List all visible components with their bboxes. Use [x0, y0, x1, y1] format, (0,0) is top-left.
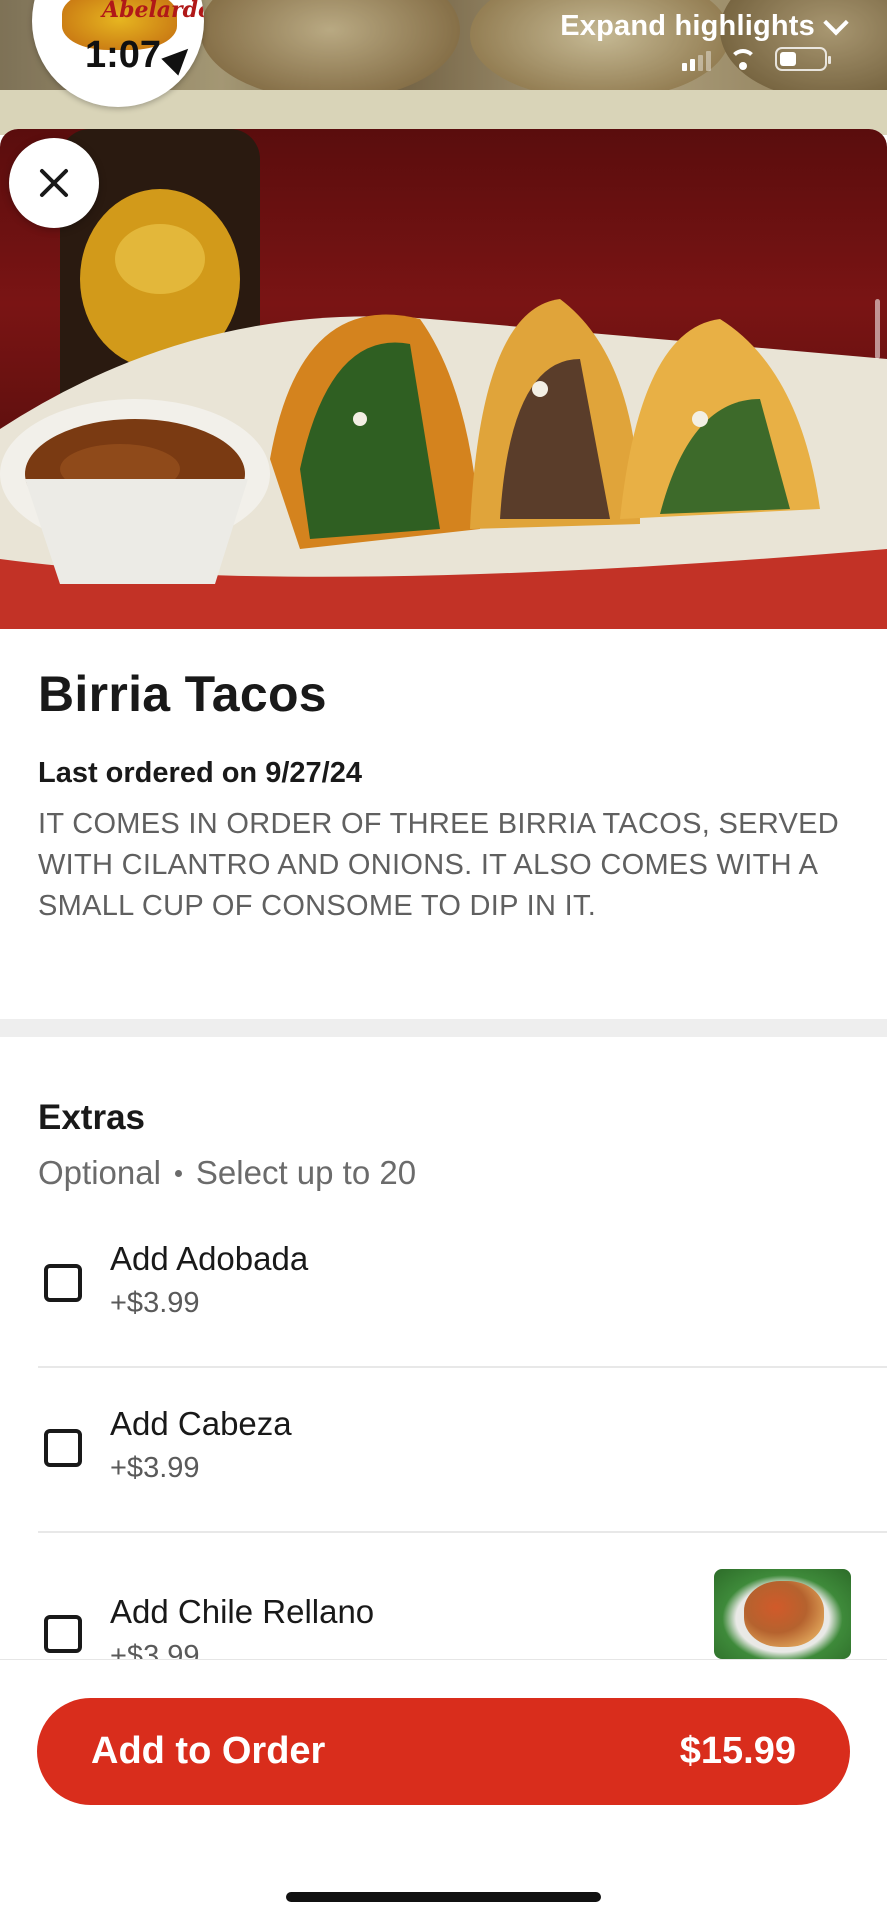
- last-ordered-label: Last ordered on 9/27/24: [38, 757, 362, 789]
- home-indicator: [286, 1892, 601, 1902]
- extras-optional-label: Optional: [38, 1154, 161, 1191]
- checkbox-icon[interactable]: [44, 1429, 82, 1467]
- item-description: IT COMES IN ORDER OF THREE BIRRIA TACOS,…: [38, 808, 840, 922]
- add-to-order-button[interactable]: Add to Order $15.99: [37, 1698, 850, 1805]
- order-price: $15.99: [679, 1730, 796, 1772]
- status-bar-time: 1:07: [85, 34, 197, 77]
- item-title: Birria Tacos: [38, 666, 327, 722]
- checkbox-icon[interactable]: [44, 1264, 82, 1302]
- checkbox-icon[interactable]: [44, 1615, 82, 1653]
- item-info: Birria Tacos Last ordered on 9/27/24 IT …: [0, 629, 887, 927]
- status-bar-icons: [682, 47, 831, 71]
- add-to-order-label: Add to Order: [91, 1730, 326, 1772]
- close-button[interactable]: [9, 138, 99, 228]
- signal-icon: [682, 51, 711, 71]
- separator-dot: [174, 1169, 182, 1177]
- option-name: Add Chile Rellano: [110, 1593, 375, 1630]
- section-divider: [0, 1019, 887, 1037]
- extras-section-header: Extras Optional Select up to 20: [38, 1098, 887, 1192]
- item-photo: [0, 129, 887, 629]
- time-label: 1:07: [85, 34, 162, 76]
- birria-tacos-photo: [0, 129, 887, 629]
- bottom-action-bar: Add to Order $15.99: [0, 1659, 887, 1921]
- option-name: Add Adobada: [110, 1240, 309, 1277]
- option-name: Add Cabeza: [110, 1405, 292, 1442]
- option-price: +$3.99: [110, 1287, 200, 1319]
- expand-highlights-label: Expand highlights: [560, 10, 815, 42]
- option-divider: [38, 1366, 887, 1368]
- chevron-down-icon: [823, 9, 849, 35]
- close-icon: [37, 166, 71, 200]
- wifi-icon: [729, 49, 757, 71]
- extras-title: Extras: [38, 1098, 146, 1137]
- extras-requirement: Optional Select up to 20: [38, 1154, 887, 1192]
- battery-icon: [775, 47, 831, 71]
- option-divider: [38, 1531, 887, 1533]
- option-price: +$3.99: [110, 1452, 200, 1484]
- chile-rellano-thumbnail: [714, 1569, 851, 1659]
- extras-limit-label: Select up to 20: [195, 1154, 417, 1191]
- expand-highlights-button[interactable]: Expand highlights: [560, 9, 849, 43]
- scroll-indicator: [875, 299, 880, 359]
